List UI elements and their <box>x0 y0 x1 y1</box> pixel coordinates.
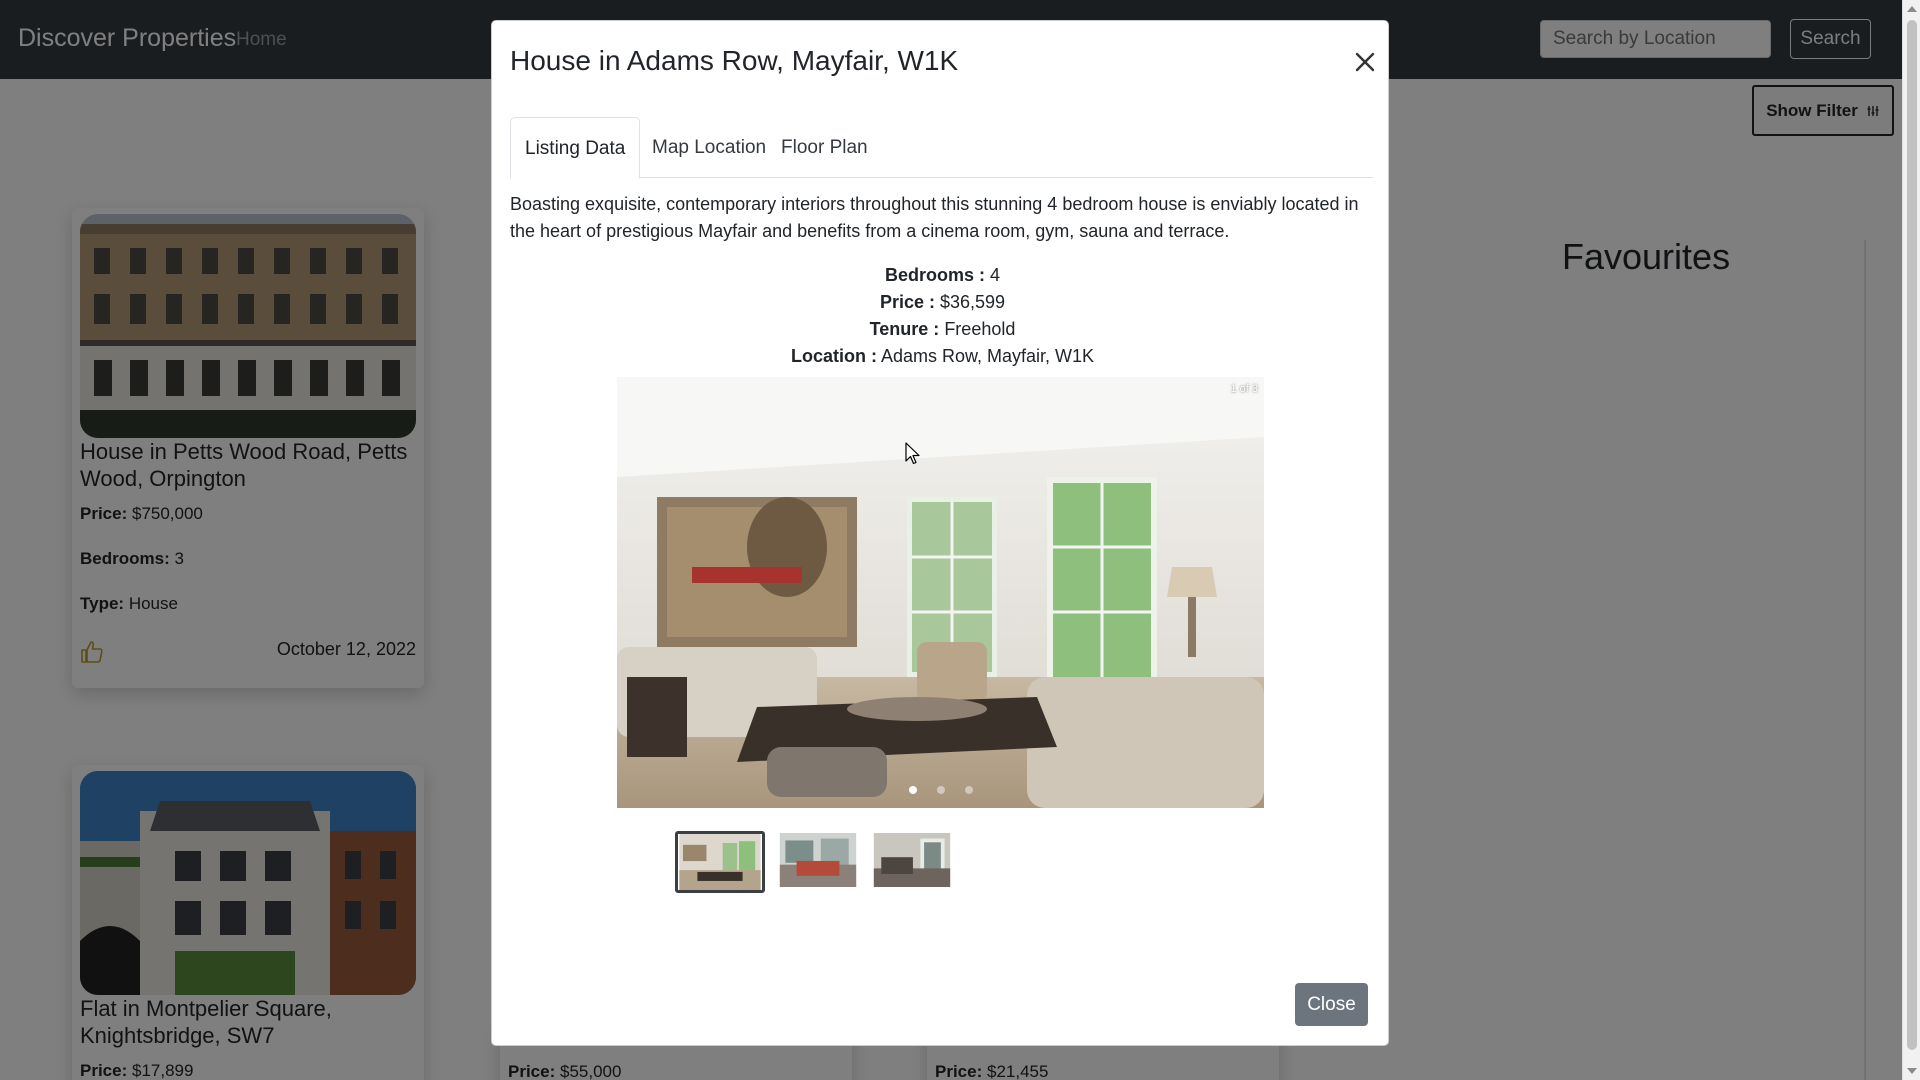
scroll-thumb[interactable] <box>1907 20 1917 1050</box>
close-icon[interactable] <box>1350 47 1380 77</box>
photo-carousel[interactable]: 1 of 3 <box>617 377 1264 808</box>
detail-value: Adams Row, Mayfair, W1K <box>880 346 1095 366</box>
detail-location: Location : Adams Row, Mayfair, W1K <box>510 343 1375 370</box>
mouse-cursor-icon <box>905 442 920 465</box>
modal-title: House in Adams Row, Mayfair, W1K <box>510 45 959 76</box>
tab-map-location[interactable]: Map Location <box>638 117 780 178</box>
tab-listing-data[interactable]: Listing Data <box>510 117 641 179</box>
header-divider <box>492 109 1388 110</box>
detail-label: Price : <box>879 292 935 312</box>
page-scrollbar[interactable] <box>1902 0 1920 1080</box>
detail-label: Location : <box>790 346 877 366</box>
detail-value: $36,599 <box>939 292 1006 312</box>
slide-counter: 1 of 3 <box>1230 383 1258 395</box>
scroll-down-icon[interactable] <box>1907 1068 1917 1074</box>
living-room-photo <box>617 377 1264 808</box>
detail-label: Bedrooms : <box>884 265 985 285</box>
close-button[interactable]: Close <box>1295 983 1368 1026</box>
thumbnail-strip <box>675 831 953 893</box>
property-modal: House in Adams Row, Mayfair, W1K Listing… <box>491 20 1389 1046</box>
carousel-dots <box>617 786 1264 794</box>
carousel-dot[interactable] <box>964 786 973 794</box>
thumbnail[interactable] <box>871 831 953 889</box>
detail-bedrooms: Bedrooms : 4 <box>510 262 1375 289</box>
tab-floor-plan[interactable]: Floor Plan <box>767 117 882 178</box>
detail-value: 4 <box>990 265 1001 285</box>
thumbnail[interactable] <box>675 831 765 893</box>
detail-price: Price : $36,599 <box>510 289 1375 316</box>
scroll-up-icon[interactable] <box>1907 6 1917 12</box>
thumbnail[interactable] <box>777 831 859 889</box>
detail-tenure: Tenure : Freehold <box>510 316 1375 343</box>
carousel-dot[interactable] <box>908 786 917 794</box>
modal-tabs: Listing Data Map Location Floor Plan <box>510 117 1373 179</box>
property-description: Boasting exquisite, contemporary interio… <box>510 194 1359 241</box>
carousel-dot[interactable] <box>936 786 945 794</box>
detail-value: Freehold <box>944 319 1016 339</box>
property-details: Bedrooms : 4 Price : $36,599 Tenure : Fr… <box>510 262 1375 370</box>
detail-label: Tenure : <box>869 319 940 339</box>
